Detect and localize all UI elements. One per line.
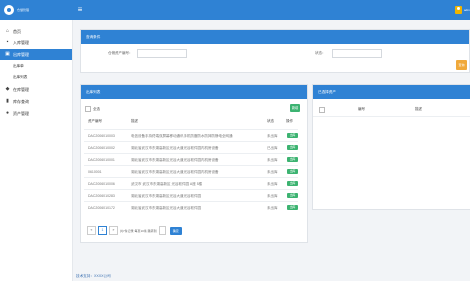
page-jump-button[interactable]: 确定	[169, 226, 182, 235]
desc-cell: 湖北省武汉市东湖高新区光谷大道光谷软件园内机房设备	[131, 146, 219, 150]
truck-icon: ▣	[5, 51, 10, 57]
asset-code-cell: DAC2006010001	[88, 158, 115, 162]
asset-code-cell: DAC2006010006	[88, 182, 115, 186]
shelf-icon: ◆	[5, 86, 10, 92]
status-cell: 未出库	[267, 158, 278, 162]
menu-toggle-icon[interactable]: ≡	[76, 5, 84, 14]
sidebar-item-label: 库存查询	[13, 98, 29, 104]
status-cell: 未出库	[267, 170, 278, 174]
table-row[interactable]: DAC2006010172 湖北省武汉市东湖高新区光谷大道光谷软件园 未出库 出…	[84, 201, 298, 213]
search-panel-title: 查询条件	[81, 30, 469, 44]
status-cell: 未出库	[267, 194, 278, 198]
app-logo[interactable]: 仓储管理	[4, 3, 60, 17]
status-input[interactable]	[332, 49, 382, 58]
user-menu[interactable]: admin	[455, 5, 470, 15]
sidebar-item-label: 出库管理	[13, 51, 29, 57]
desc-cell: 湖北省武汉市东湖高新区光谷大道光谷软件园	[131, 206, 201, 210]
table-row[interactable]: 0610001 湖北省武汉市东湖高新区光谷大道光谷软件园内机房设备 未出库 出库	[84, 165, 298, 177]
sidebar-subitem-outbound-order[interactable]: 出库单	[0, 61, 72, 72]
outbound-button[interactable]: 出库	[287, 133, 298, 138]
selected-list-area	[314, 117, 469, 207]
sidebar-item-inbound[interactable]: ▪ 入库管理	[0, 37, 72, 48]
desc-cell: 电信设备手持终端双屏幕移动通讯手机防震防水防摔防静电全网通	[131, 134, 233, 138]
outbound-button[interactable]: 出库	[287, 157, 298, 162]
column-header-status: 状态	[267, 119, 274, 123]
top-bar: 仓储管理 ≡ admin	[0, 0, 470, 20]
sidebar-item-label: 出库单	[13, 64, 24, 68]
selected-column-header-desc: 描述	[415, 107, 422, 111]
select-all-checkbox[interactable]	[85, 106, 91, 112]
sidebar-item-label: 入库管理	[13, 39, 29, 45]
sidebar-item-label: 在库管理	[13, 86, 29, 92]
page-jump-input[interactable]	[158, 226, 166, 235]
prev-page-button[interactable]: «	[87, 226, 96, 235]
table-row[interactable]: DAC2006010002 湖北省武汉市东湖高新区光谷大道光谷软件园内机房设备 …	[84, 141, 298, 153]
desc-cell: 武汉市 武汉市东湖高新区 光谷软件园 A座 5楼	[131, 182, 203, 186]
status-cell: 已出库	[267, 146, 278, 150]
sidebar-item-assets[interactable]: ● 资产管理	[0, 108, 72, 119]
pagination: « 1 » 共7条记录 每页10条 跳转到 确定	[87, 226, 182, 235]
asset-code-cell: DAC2006010003	[88, 134, 115, 138]
desc-cell: 湖北省武汉市东湖高新区光谷大道光谷软件园内机房设备	[131, 158, 219, 162]
pager-info: 共7条记录 每页10条 跳转到	[120, 228, 157, 233]
footer-text: 技术支持：XXXX公司	[76, 274, 111, 278]
selected-table-header: 编号 描述	[313, 104, 470, 117]
sidebar-item-label: 出库列表	[13, 75, 28, 79]
sidebar-subitem-outbound-list[interactable]: 出库列表	[0, 72, 72, 83]
status-cell: 未出库	[267, 182, 278, 186]
box-icon: ▪	[6, 39, 9, 45]
sidebar-item-label: 资产管理	[13, 110, 29, 116]
asset-code-cell: DAC2006010283	[88, 194, 115, 198]
status-cell: 未出库	[267, 206, 278, 210]
status-cell: 未出库	[267, 134, 278, 138]
page-number-button[interactable]: 1	[98, 226, 107, 235]
column-header-code: 资产编号	[88, 119, 102, 123]
desc-cell: 湖北省武汉市东湖高新区光谷大道光谷软件园	[131, 194, 201, 198]
select-all-label: 全选	[93, 106, 100, 111]
asset-icon: ●	[5, 110, 10, 116]
next-page-button[interactable]: »	[109, 226, 118, 235]
list-panel-title: 出库列表	[81, 85, 307, 99]
outbound-button[interactable]: 出库	[287, 193, 298, 198]
logo-text: 仓储管理	[17, 8, 30, 12]
home-icon: ⌂	[5, 28, 10, 34]
table-row[interactable]: DAC2006010003 电信设备手持终端双屏幕移动通讯手机防震防水防摔防静电…	[84, 129, 298, 141]
table-row[interactable]: DAC2006010006 武汉市 武汉市东湖高新区 光谷软件园 A座 5楼 未…	[84, 177, 298, 189]
asset-code-input[interactable]	[137, 49, 187, 58]
sidebar-item-outbound[interactable]: ▣ 出库管理	[0, 49, 72, 60]
outbound-button[interactable]: 出库	[287, 145, 298, 150]
desc-cell: 湖北省武汉市东湖高新区光谷大道光谷软件园内机房设备	[131, 170, 219, 174]
search-button[interactable]: 查询	[456, 60, 467, 70]
user-avatar-icon	[455, 6, 462, 14]
chart-icon: ▮	[6, 98, 9, 104]
selected-panel-title: 已选择资产	[313, 85, 470, 99]
asset-code-cell: DAC2006010002	[88, 146, 115, 150]
asset-code-label: 仓储资产编号：	[108, 51, 133, 55]
sidebar-item-query[interactable]: ▮ 库存查询	[0, 96, 72, 107]
outbound-button[interactable]: 出库	[287, 205, 298, 210]
column-header-action: 操作	[286, 119, 293, 123]
outbound-button[interactable]: 出库	[287, 181, 298, 186]
asset-code-cell: DAC2006010172	[88, 206, 115, 210]
status-label: 状态：	[315, 51, 326, 55]
add-button[interactable]: 新增	[290, 104, 300, 112]
sidebar-item-stock[interactable]: ◆ 在库管理	[0, 84, 72, 95]
asset-code-cell: 0610001	[88, 170, 102, 174]
select-all-toggle[interactable]: 全选	[85, 106, 100, 112]
outbound-button[interactable]: 出库	[287, 169, 298, 174]
logo-icon	[4, 5, 14, 15]
selected-select-all-checkbox[interactable]	[319, 107, 325, 113]
selected-column-header-code: 编号	[358, 107, 365, 111]
user-name: admin	[464, 8, 470, 12]
sidebar-item-home[interactable]: ⌂ 首页	[0, 26, 72, 37]
sidebar-item-label: 首页	[13, 28, 21, 34]
sidebar: ⌂ 首页 ▪ 入库管理 ▣ 出库管理 出库单 出库列表 ◆ 在库管理 ▮ 库存查…	[0, 20, 73, 281]
table-row[interactable]: DAC2006010001 湖北省武汉市东湖高新区光谷大道光谷软件园内机房设备 …	[84, 153, 298, 165]
column-header-desc: 描述	[131, 119, 138, 123]
table-row[interactable]: DAC2006010283 湖北省武汉市东湖高新区光谷大道光谷软件园 未出库 出…	[84, 189, 298, 201]
